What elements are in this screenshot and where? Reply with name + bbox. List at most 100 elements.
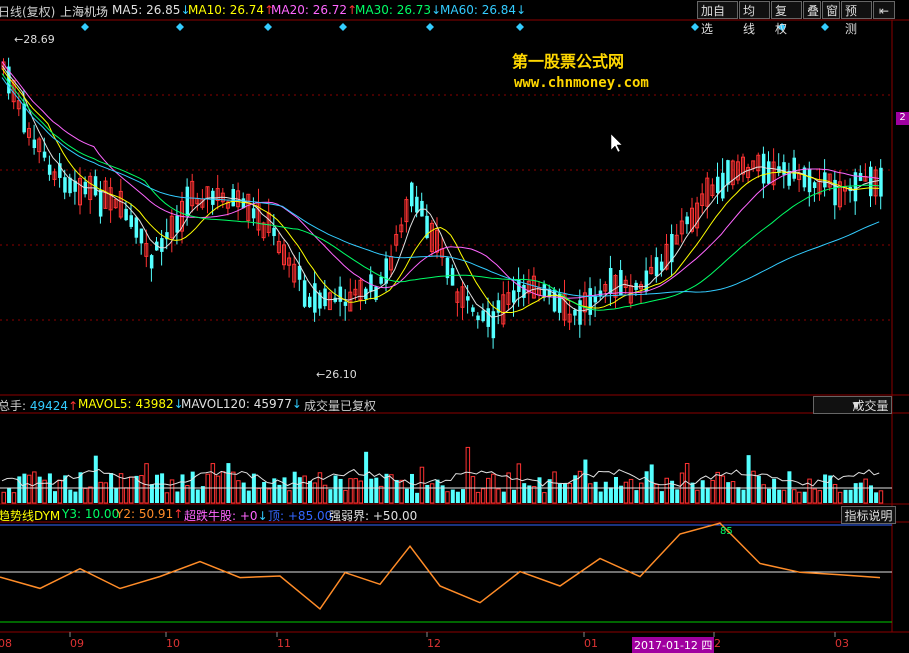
volume-bar-up xyxy=(57,479,63,504)
candle-down xyxy=(716,176,720,193)
indicator-y2: Y2: 50.91↑ xyxy=(116,507,184,521)
volume-bar-down xyxy=(675,489,680,503)
candle-down xyxy=(598,290,603,297)
candle-down xyxy=(308,296,312,308)
volume-bar-down xyxy=(175,491,180,503)
volume-bar-down xyxy=(563,483,567,503)
volume-bar-down xyxy=(736,487,741,503)
add-watchlist-button[interactable]: 加自选 xyxy=(697,1,738,36)
volume-bar-up xyxy=(210,463,216,504)
volume-bar-down xyxy=(114,487,119,503)
volume-bar-down xyxy=(690,482,695,503)
candle-down xyxy=(685,216,689,225)
cursor-date-label: 2017-01-12 四 xyxy=(632,637,715,653)
ma20-readout: MA20: 26.72↑ xyxy=(271,3,358,17)
event-marker-diamond xyxy=(264,23,272,31)
volume-bar-up xyxy=(144,463,149,504)
indicator-help-button[interactable]: 指标说明 xyxy=(841,506,896,524)
volume-bar-down xyxy=(226,463,231,503)
volume-bar-down xyxy=(583,459,588,503)
ma10-readout: MA10: 26.74↑ xyxy=(188,3,275,17)
volume-bar-down xyxy=(200,486,205,503)
volume-bar-up xyxy=(781,489,787,504)
volume-bar-down xyxy=(73,491,78,503)
volume-bar-down xyxy=(700,480,705,503)
arrow-left-bar-icon[interactable]: ⇤ xyxy=(873,1,895,19)
candle-down xyxy=(767,161,771,184)
volume-bar-down xyxy=(394,479,399,503)
volume-bar-up xyxy=(1,491,6,504)
volume-bar-down xyxy=(190,471,195,503)
volume-bar-down xyxy=(404,488,409,503)
volume-bar-up xyxy=(353,478,358,504)
candle-down xyxy=(369,274,373,292)
indicator-name[interactable]: 趋势线DYM xyxy=(0,507,60,524)
candle-down xyxy=(98,189,103,217)
candle-down xyxy=(124,208,128,221)
volume-note: 成交量已复权 xyxy=(304,399,377,413)
volume-bar-down xyxy=(802,491,807,503)
chart-canvas[interactable] xyxy=(0,0,909,650)
volume-bar-down xyxy=(455,491,460,503)
watermark-url: www.chnmoney.com xyxy=(514,75,649,91)
volume-bar-up xyxy=(266,488,272,504)
candle-down xyxy=(761,153,766,184)
volume-bar-down xyxy=(93,455,98,503)
price-low-label: ←26.10 xyxy=(316,368,357,381)
candle-down xyxy=(410,182,414,207)
event-marker-diamond xyxy=(691,23,699,31)
date-label: 2 xyxy=(714,637,721,650)
volume-bar-up xyxy=(664,477,669,504)
volume-bar-down xyxy=(767,488,771,503)
volume-bar-down xyxy=(374,477,379,503)
date-label: 03 xyxy=(835,637,849,650)
volume-bar-up xyxy=(312,482,318,504)
volume-bar-up xyxy=(302,475,307,504)
volume-bar-up xyxy=(215,475,221,504)
volume-indicator-select[interactable]: 成交量 ▼ xyxy=(813,396,892,414)
chart-header: 日线(复权) 上海机场 MA5: 26.85↓ MA10: 26.74↑ MA2… xyxy=(0,0,909,36)
volume-bar-down xyxy=(328,489,333,503)
volume-bar-up xyxy=(654,483,659,504)
candle-down xyxy=(782,162,786,175)
candle-down xyxy=(129,215,133,227)
period-label[interactable]: 日线(复权) xyxy=(0,3,55,20)
volume-bar-up xyxy=(419,466,425,504)
date-label: 12 xyxy=(427,637,441,650)
candle-down xyxy=(379,276,383,284)
volume-bar-up xyxy=(720,475,726,504)
volume-bar-up xyxy=(628,478,634,504)
ma-button[interactable]: 均线 xyxy=(739,1,770,36)
candle-down xyxy=(313,283,317,313)
candle-down xyxy=(47,164,52,175)
volume-bar-down xyxy=(155,474,159,503)
candle-down xyxy=(619,270,623,296)
candle-down xyxy=(384,258,388,284)
volume-bar-up xyxy=(567,483,573,504)
forecast-button[interactable]: 预测 xyxy=(841,1,872,36)
volume-bar-up xyxy=(445,491,450,504)
volume-bar-up xyxy=(470,476,476,504)
adjust-button[interactable]: 复权 xyxy=(771,1,802,36)
event-marker-diamond xyxy=(81,23,89,31)
volume-bar-down xyxy=(649,464,654,503)
overlay-button[interactable]: 叠 xyxy=(803,1,821,19)
candle-down xyxy=(792,157,796,179)
volume-bar-down xyxy=(603,481,608,503)
volume-bar-down xyxy=(461,489,465,503)
volume-bar-down xyxy=(338,478,343,503)
indicator-y3: Y3: 10.00 xyxy=(62,507,120,521)
candle-down xyxy=(573,309,577,316)
volume-bar-down xyxy=(68,489,73,503)
volume-bar-up xyxy=(429,483,435,504)
volume-bar-up xyxy=(730,481,736,504)
volume-bar-down xyxy=(756,475,761,503)
window-button[interactable]: 窗 xyxy=(822,1,840,19)
volume-bar-up xyxy=(797,491,802,504)
volume-bar-down xyxy=(522,483,527,503)
candle-down xyxy=(659,261,664,271)
volume-bar-up xyxy=(807,478,812,504)
volume-bar-up xyxy=(287,490,292,504)
volume-bar-up xyxy=(486,477,491,504)
volume-bar-down xyxy=(369,478,374,503)
